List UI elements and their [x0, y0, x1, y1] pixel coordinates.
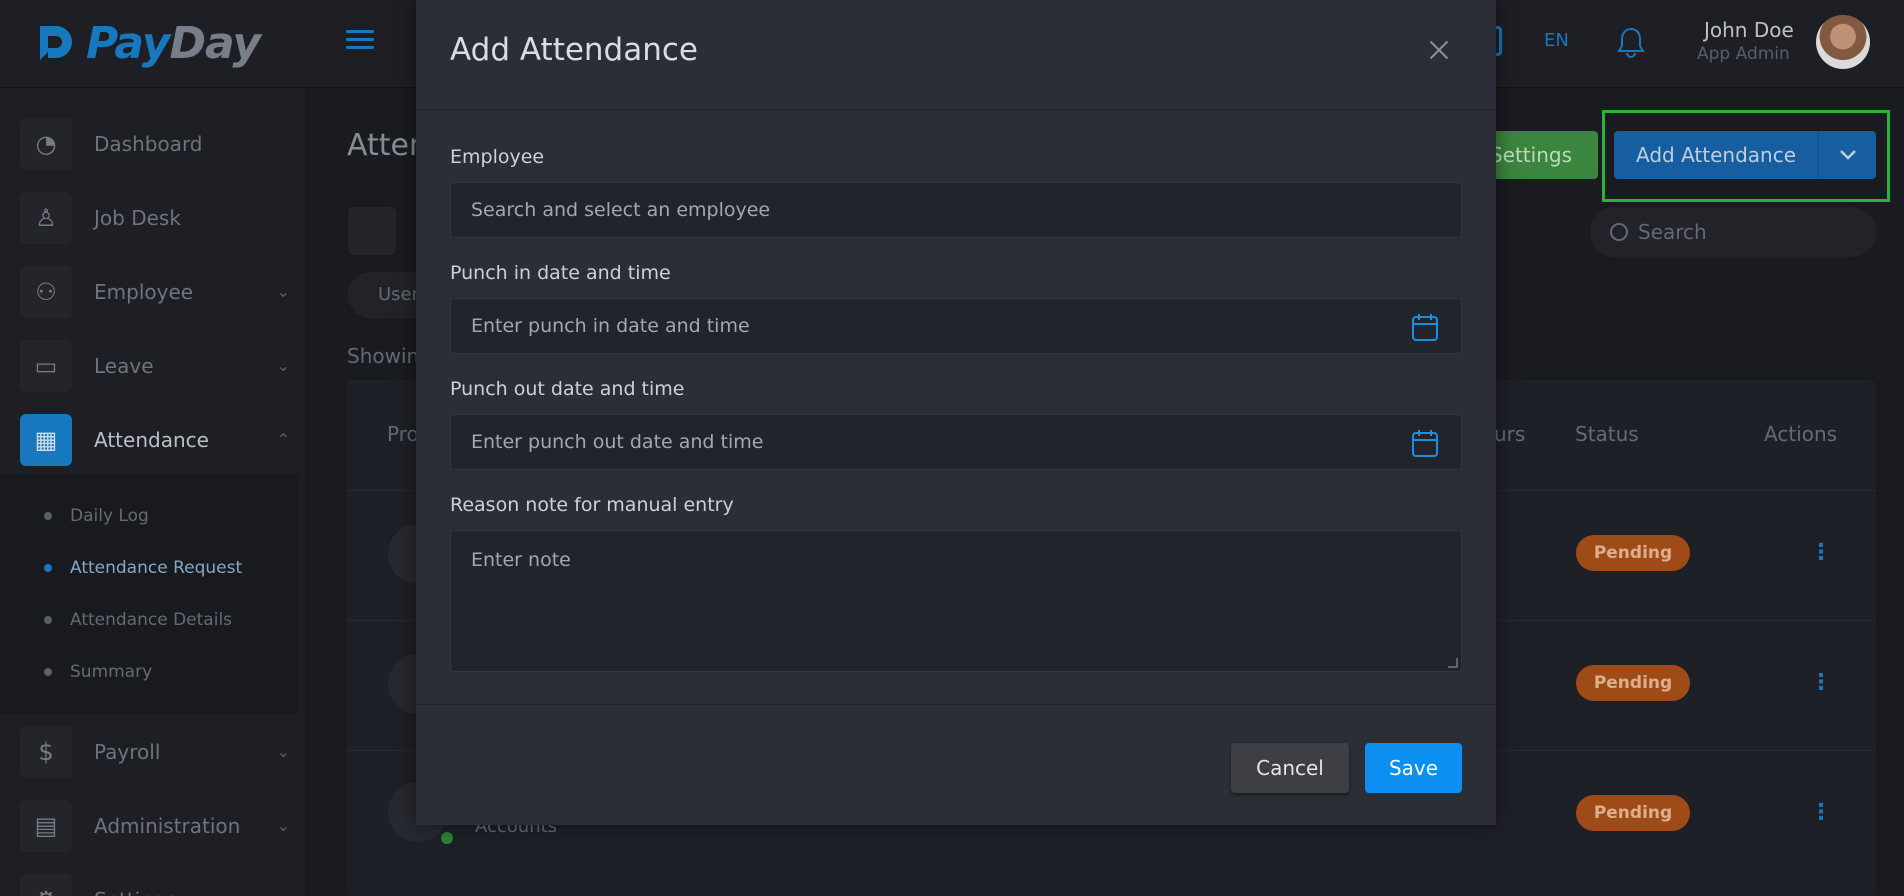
punch-in-label: Punch in date and time — [450, 262, 671, 284]
save-button[interactable]: Save — [1365, 743, 1462, 793]
employee-search-input[interactable] — [471, 199, 1441, 221]
close-icon[interactable] — [1426, 36, 1454, 64]
modal-header: Add Attendance — [416, 0, 1496, 110]
add-attendance-modal: Add Attendance Employee Punch in date an… — [416, 0, 1496, 825]
punch-out-input[interactable] — [471, 431, 1441, 453]
resize-handle-icon[interactable] — [1448, 658, 1458, 668]
note-field[interactable] — [450, 530, 1462, 672]
calendar-icon[interactable] — [1411, 428, 1439, 458]
punch-out-field[interactable] — [450, 414, 1462, 470]
calendar-icon[interactable] — [1411, 312, 1439, 342]
note-label: Reason note for manual entry — [450, 494, 734, 516]
employee-label: Employee — [450, 146, 545, 168]
cancel-button[interactable]: Cancel — [1231, 743, 1349, 793]
employee-select[interactable] — [450, 182, 1462, 238]
modal-footer: Cancel Save — [416, 704, 1496, 825]
punch-in-field[interactable] — [450, 298, 1462, 354]
punch-out-label: Punch out date and time — [450, 378, 685, 400]
punch-in-input[interactable] — [471, 315, 1441, 337]
note-textarea[interactable] — [471, 549, 1441, 659]
modal-title: Add Attendance — [450, 32, 698, 68]
